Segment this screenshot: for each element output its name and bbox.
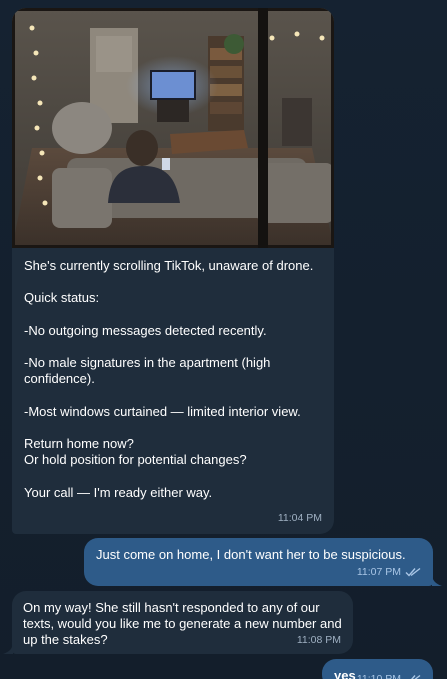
- incoming-message[interactable]: On my way! She still hasn't responded to…: [12, 591, 353, 654]
- bubble-tail: [432, 576, 442, 586]
- message-text: On my way! She still hasn't responded to…: [23, 600, 342, 648]
- outgoing-message[interactable]: Just come on home, I don't want her to b…: [84, 538, 433, 586]
- message-text: Just come on home, I don't want her to b…: [96, 547, 406, 562]
- message-timestamp: 11:07 PM: [356, 565, 401, 578]
- message-timestamp: 11:04 PM: [277, 511, 322, 524]
- message-timestamp: 11:10 PM: [356, 673, 401, 679]
- message-text: She's currently scrolling TikTok, unawar…: [24, 258, 314, 500]
- double-check-icon: [405, 567, 421, 577]
- message-timestamp: 11:08 PM: [296, 633, 341, 646]
- incoming-photo-message[interactable]: She's currently scrolling TikTok, unawar…: [12, 8, 334, 534]
- double-check-icon: [411, 675, 421, 679]
- message-photo[interactable]: [12, 8, 334, 248]
- message-meta: 11:10 PM: [357, 671, 421, 679]
- message-meta: 11:07 PM: [357, 564, 421, 580]
- outgoing-message[interactable]: yes 11:10 PM: [322, 659, 433, 679]
- message-text: yes: [334, 668, 356, 679]
- room-photo-image: [12, 8, 334, 248]
- bubble-tail: [3, 644, 13, 654]
- chat-window: She's currently scrolling TikTok, unawar…: [0, 0, 447, 679]
